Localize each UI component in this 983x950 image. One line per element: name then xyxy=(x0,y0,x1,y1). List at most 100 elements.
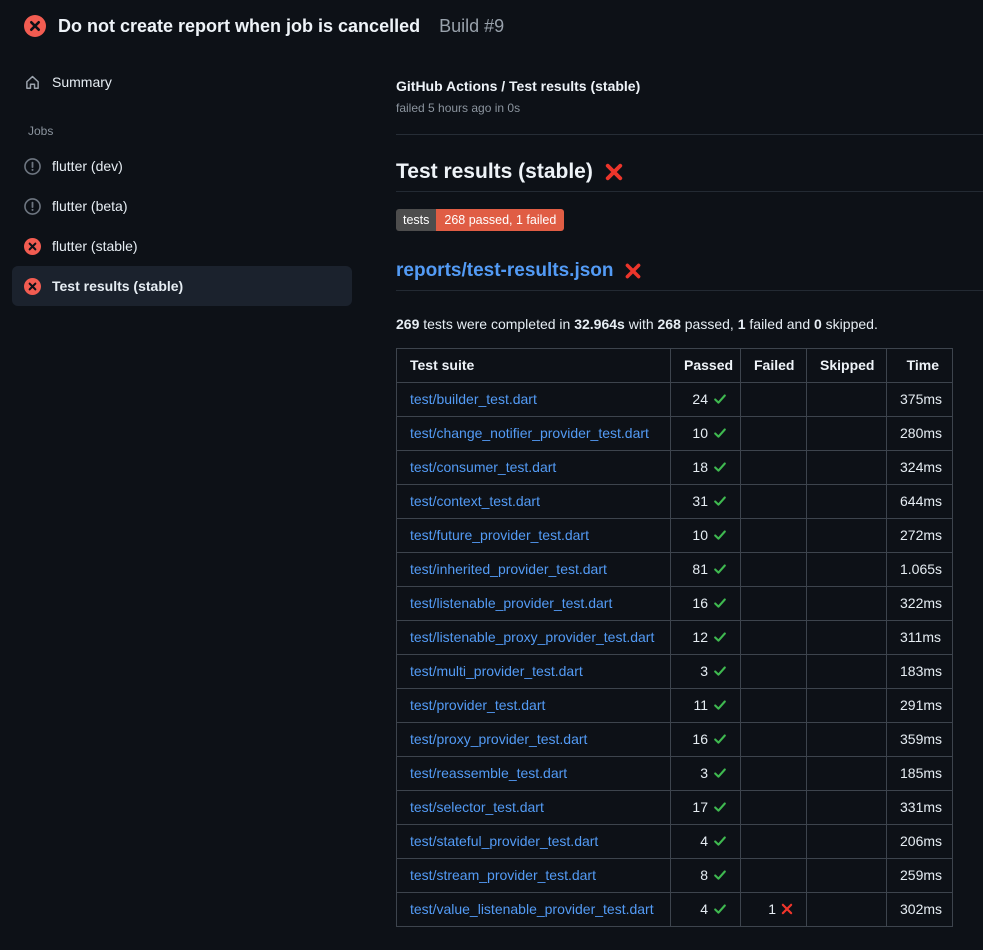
run-status-text: failed 5 hours ago in 0s xyxy=(396,101,983,115)
failed-cell xyxy=(741,620,807,654)
cross-mark-icon xyxy=(624,262,642,280)
sidebar-item-label: flutter (dev) xyxy=(52,158,123,174)
summary-segment: skipped. xyxy=(822,316,878,332)
table-header-row: Test suitePassedFailedSkippedTime xyxy=(397,348,953,382)
passed-cell: 11 xyxy=(671,688,741,722)
check-icon xyxy=(713,902,727,916)
count-value: 81 xyxy=(692,561,708,577)
time-cell: 324ms xyxy=(887,450,953,484)
table-row: test/future_provider_test.dart10272ms xyxy=(397,518,953,552)
suite-cell: test/change_notifier_provider_test.dart xyxy=(397,416,671,450)
suite-link[interactable]: test/context_test.dart xyxy=(410,493,540,509)
time-cell: 331ms xyxy=(887,790,953,824)
suite-link[interactable]: test/proxy_provider_test.dart xyxy=(410,731,587,747)
suite-cell: test/listenable_provider_test.dart xyxy=(397,586,671,620)
suite-link[interactable]: test/multi_provider_test.dart xyxy=(410,663,583,679)
summary-segment: 32.964s xyxy=(574,316,625,332)
sidebar-item-label: Test results (stable) xyxy=(52,278,183,294)
sidebar-jobs: flutter (dev) flutter (beta)flutter (stab… xyxy=(0,146,380,306)
time-cell: 322ms xyxy=(887,586,953,620)
sidebar-item-label: Summary xyxy=(52,74,112,90)
suite-cell: test/multi_provider_test.dart xyxy=(397,654,671,688)
failed-cell xyxy=(741,518,807,552)
suite-link[interactable]: test/selector_test.dart xyxy=(410,799,544,815)
suite-cell: test/inherited_provider_test.dart xyxy=(397,552,671,586)
passed-cell: 3 xyxy=(671,654,741,688)
failed-cell xyxy=(741,416,807,450)
count-value: 4 xyxy=(700,901,708,917)
count-value: 18 xyxy=(692,459,708,475)
report-file-link[interactable]: reports/test-results.json xyxy=(396,260,614,282)
table-row: test/inherited_provider_test.dart811.065… xyxy=(397,552,953,586)
skipped-cell xyxy=(807,824,887,858)
suite-link[interactable]: test/value_listenable_provider_test.dart xyxy=(410,901,654,917)
table-row: test/consumer_test.dart 18 324ms xyxy=(397,450,953,484)
time-cell: 280ms xyxy=(887,416,953,450)
suite-link[interactable]: test/builder_test.dart xyxy=(410,391,537,407)
summary-segment: 0 xyxy=(814,316,822,332)
home-icon xyxy=(24,74,41,91)
passed-cell: 8 xyxy=(671,858,741,892)
suite-link[interactable]: test/future_provider_test.dart xyxy=(410,527,589,543)
passed-cell: 17 xyxy=(671,790,741,824)
skipped-cell xyxy=(807,756,887,790)
summary-segment: with xyxy=(625,316,658,332)
table-row: test/reassemble_test.dart3185ms xyxy=(397,756,953,790)
skipped-cell xyxy=(807,484,887,518)
count-value: 11 xyxy=(693,697,708,713)
check-icon xyxy=(713,664,727,678)
sidebar-item-test-results-stable[interactable]: Test results (stable) xyxy=(12,266,352,306)
section-heading-text: Test results (stable) xyxy=(396,160,593,184)
skipped-cell xyxy=(807,416,887,450)
column-header-test-suite: Test suite xyxy=(397,348,671,382)
count-value: 1 xyxy=(768,901,776,917)
sidebar-item-flutter-beta[interactable]: flutter (beta) xyxy=(12,186,352,226)
passed-cell: 18 xyxy=(671,450,741,484)
failed-cell xyxy=(741,824,807,858)
check-icon xyxy=(713,426,727,440)
summary-segment: tests were completed in xyxy=(419,316,574,332)
suite-link[interactable]: test/listenable_provider_test.dart xyxy=(410,595,612,611)
failed-cell xyxy=(741,688,807,722)
suite-link[interactable]: test/change_notifier_provider_test.dart xyxy=(410,425,649,441)
summary-segment: failed and xyxy=(746,316,815,332)
summary-segment: 269 xyxy=(396,316,419,332)
suite-link[interactable]: test/listenable_proxy_provider_test.dart xyxy=(410,629,654,645)
suite-cell: test/stateful_provider_test.dart xyxy=(397,824,671,858)
suite-cell: test/stream_provider_test.dart xyxy=(397,858,671,892)
failed-cell xyxy=(741,586,807,620)
sidebar-item-flutter-dev[interactable]: flutter (dev) xyxy=(12,146,352,186)
suite-link[interactable]: test/inherited_provider_test.dart xyxy=(410,561,607,577)
suite-link[interactable]: test/stateful_provider_test.dart xyxy=(410,833,598,849)
time-cell: 311ms xyxy=(887,620,953,654)
time-cell: 359ms xyxy=(887,722,953,756)
suite-cell: test/provider_test.dart xyxy=(397,688,671,722)
time-cell: 272ms xyxy=(887,518,953,552)
passed-cell: 81 xyxy=(671,552,741,586)
sidebar-item-flutter-stable[interactable]: flutter (stable) xyxy=(12,226,352,266)
table-row: test/proxy_provider_test.dart16359ms xyxy=(397,722,953,756)
table-row: test/builder_test.dart24375ms xyxy=(397,382,953,416)
check-icon xyxy=(713,392,727,406)
count-value: 12 xyxy=(692,629,708,645)
column-header-passed: Passed xyxy=(671,348,741,382)
time-cell: 302ms xyxy=(887,892,953,926)
failed-cell xyxy=(741,858,807,892)
skipped-cell xyxy=(807,382,887,416)
check-icon xyxy=(713,460,727,474)
passed-cell: 10 xyxy=(671,416,741,450)
time-cell: 291ms xyxy=(887,688,953,722)
suite-link[interactable]: test/reassemble_test.dart xyxy=(410,765,567,781)
skipped-cell xyxy=(807,688,887,722)
time-cell: 206ms xyxy=(887,824,953,858)
suite-link[interactable]: test/stream_provider_test.dart xyxy=(410,867,596,883)
suite-cell: test/selector_test.dart xyxy=(397,790,671,824)
sidebar-item-summary[interactable]: Summary xyxy=(12,62,352,102)
suite-link[interactable]: test/consumer_test.dart xyxy=(410,459,556,475)
x-circle-fill-icon xyxy=(24,278,41,295)
skipped-cell xyxy=(807,450,887,484)
suite-link[interactable]: test/provider_test.dart xyxy=(410,697,545,713)
check-icon xyxy=(713,800,727,814)
failed-cell xyxy=(741,552,807,586)
skipped-cell xyxy=(807,790,887,824)
